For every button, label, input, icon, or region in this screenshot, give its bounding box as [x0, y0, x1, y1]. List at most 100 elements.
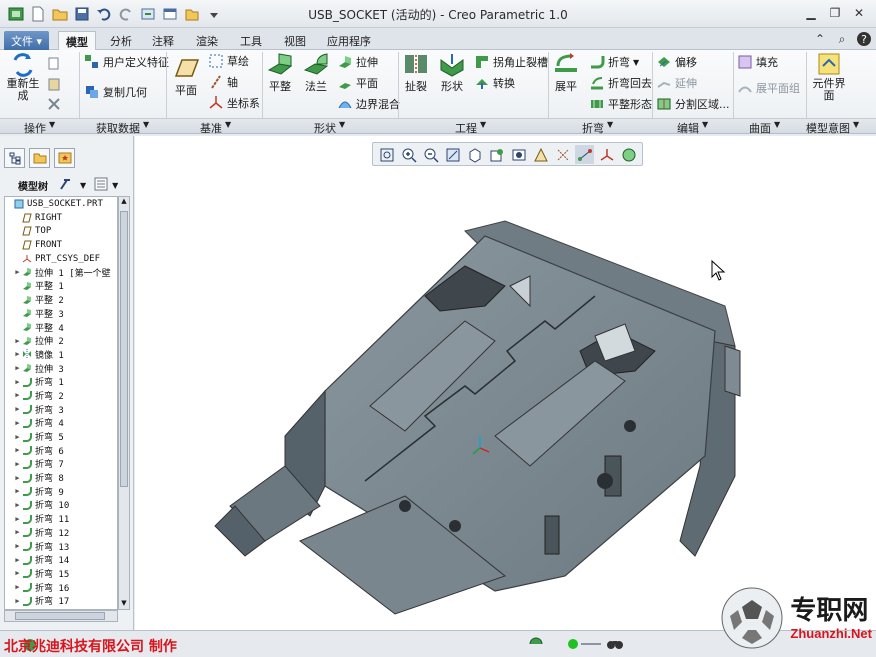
tree-item[interactable]: FRONT — [5, 238, 117, 252]
tree-item[interactable]: ▶ 折弯 8 — [5, 471, 117, 485]
tree-item[interactable]: ▶ 折弯 14 — [5, 553, 117, 567]
tab-applications[interactable]: 应用程序 — [320, 31, 378, 50]
group-engineering[interactable]: 工程 ▼ — [455, 120, 486, 136]
tree-item[interactable]: ▶ 折弯 4 — [5, 416, 117, 430]
tree-item[interactable]: ▶ 折弯 12 — [5, 526, 117, 540]
tree-scroll-thumb[interactable] — [120, 211, 128, 487]
saved-orientations-icon[interactable] — [487, 145, 506, 164]
tree-item[interactable]: 平整 3 — [5, 307, 117, 321]
expand-arrow-icon[interactable]: ▶ — [13, 460, 22, 468]
sketch-button[interactable]: 草绘 — [208, 53, 249, 69]
tree-item[interactable]: ▶ 折弯 10 — [5, 498, 117, 512]
expand-arrow-icon[interactable]: ▶ — [13, 433, 22, 441]
expand-arrow-icon[interactable]: ▶ — [13, 350, 22, 358]
tree-item[interactable]: ▶ 折弯 11 — [5, 512, 117, 526]
expand-arrow-icon[interactable]: ▶ — [13, 391, 22, 399]
expand-arrow-icon[interactable]: ▶ — [13, 378, 22, 386]
folder-browser-tab-icon[interactable] — [29, 148, 50, 168]
favorites-tab-icon[interactable] — [54, 148, 75, 168]
axis-button[interactable]: 轴 — [208, 74, 238, 90]
component-interface-button[interactable]: 元件界面 — [812, 52, 846, 102]
collapse-ribbon-icon[interactable]: ⌃ — [812, 31, 828, 47]
group-model-intent[interactable]: 模型意图 ▼ — [806, 120, 859, 136]
zoom-out-icon[interactable] — [421, 145, 440, 164]
expand-arrow-icon[interactable]: ▶ — [13, 405, 22, 413]
display-style-icon[interactable] — [465, 145, 484, 164]
repaint-icon[interactable] — [443, 145, 462, 164]
flange-button[interactable]: 法兰 — [302, 52, 330, 94]
tab-view[interactable]: 视图 — [277, 31, 313, 50]
bend-dropdown-icon[interactable]: ▼ — [633, 58, 639, 67]
tree-item[interactable]: 平整 2 — [5, 293, 117, 307]
zoom-in-icon[interactable] — [399, 145, 418, 164]
settings-dropdown-icon[interactable]: ▼ — [80, 181, 86, 190]
expand-arrow-icon[interactable]: ▶ — [13, 501, 22, 509]
tree-item[interactable]: ▶ 折弯 6 — [5, 443, 117, 457]
model-tree-tab-icon[interactable] — [4, 148, 25, 168]
tree-item[interactable]: ▶ 拉伸 3 — [5, 361, 117, 375]
minimize-icon[interactable]: ▁ — [800, 3, 822, 23]
group-get-data[interactable]: 获取数据 ▼ — [96, 120, 149, 136]
show-icon[interactable] — [94, 177, 108, 194]
group-bends[interactable]: 折弯 ▼ — [582, 120, 613, 136]
tree-item[interactable]: 平整 4 — [5, 320, 117, 334]
boundary-blend-button[interactable]: 边界混合 — [337, 96, 400, 112]
regenerate-button[interactable]: 重新生成 — [6, 52, 40, 102]
expand-arrow-icon[interactable]: ▶ — [13, 528, 22, 536]
tab-file[interactable]: 文件 ▾ — [4, 31, 50, 50]
tab-analysis[interactable]: 分析 — [103, 31, 139, 50]
expand-arrow-icon[interactable]: ▶ — [13, 583, 22, 591]
group-datum[interactable]: 基准 ▼ — [200, 120, 231, 136]
annotation-display-icon[interactable] — [619, 145, 638, 164]
tab-model[interactable]: 模型 — [58, 31, 96, 50]
usb-socket-model[interactable] — [135, 136, 876, 630]
tree-item[interactable]: ▶ 折弯 2 — [5, 389, 117, 403]
rip-button[interactable]: 扯裂 — [402, 52, 430, 94]
tree-item[interactable]: RIGHT — [5, 211, 117, 225]
fill-button[interactable]: 填充 — [737, 54, 778, 70]
expand-arrow-icon[interactable]: ▶ — [13, 556, 22, 564]
regeneration-status-icon[interactable] — [528, 636, 546, 655]
tree-item[interactable]: 平整 1 — [5, 279, 117, 293]
expand-arrow-icon[interactable]: ▶ — [13, 446, 22, 454]
convert-button[interactable]: 转换 — [474, 75, 515, 91]
csys-button[interactable]: 坐标系 — [208, 95, 260, 111]
help-icon[interactable]: ? — [856, 31, 872, 47]
flat-pattern-button[interactable]: 平整形态 — [589, 96, 652, 112]
tree-item[interactable]: ▶ 折弯 7 — [5, 457, 117, 471]
find-icon[interactable] — [606, 636, 624, 655]
expand-arrow-icon[interactable]: ▶ — [13, 569, 22, 577]
expand-arrow-icon[interactable]: ▶ — [13, 597, 22, 605]
tree-item[interactable]: ▶ 折弯 1 — [5, 375, 117, 389]
tree-item[interactable]: ▶ 镜像 1 — [5, 348, 117, 362]
graphics-window[interactable] — [135, 136, 876, 630]
expand-arrow-icon[interactable]: ▶ — [13, 515, 22, 523]
extrude-button[interactable]: 拉伸 — [337, 54, 378, 70]
datum-display-icon[interactable] — [531, 145, 550, 164]
model-tree[interactable]: USB_SOCKET.PRT RIGHT TOP FRONT PRT_CSYS_DEF ▶… — [4, 196, 118, 610]
tree-item[interactable]: USB_SOCKET.PRT — [5, 197, 117, 211]
group-operations[interactable]: 操作 ▼ — [24, 120, 55, 136]
bend-back-button[interactable]: 折弯回去 — [589, 75, 652, 91]
tree-item[interactable]: TOP — [5, 224, 117, 238]
unbend-button[interactable]: 展平 — [552, 52, 580, 94]
offset-button[interactable]: 偏移 — [656, 54, 697, 70]
expand-arrow-icon[interactable]: ▶ — [13, 542, 22, 550]
scroll-down-icon[interactable]: ▼ — [120, 599, 128, 609]
tree-item[interactable]: ▶ 折弯 17 — [5, 594, 117, 608]
tree-hscroll-thumb[interactable] — [15, 612, 105, 620]
flat-wall-button[interactable]: 平整 — [266, 52, 294, 94]
search-icon[interactable]: ⌕ — [834, 31, 850, 47]
expand-arrow-icon[interactable]: ▶ — [13, 268, 22, 276]
group-editing[interactable]: 编辑 ▼ — [677, 120, 708, 136]
tree-item[interactable]: PRT_CSYS_DEF — [5, 252, 117, 266]
scroll-up-icon[interactable]: ▲ — [120, 197, 128, 207]
datum-plane-button[interactable]: 平面 — [172, 56, 200, 98]
refit-icon[interactable] — [377, 145, 396, 164]
shape-button[interactable]: 形状 — [438, 52, 466, 94]
tab-annotate[interactable]: 注释 — [145, 31, 181, 50]
expand-arrow-icon[interactable]: ▶ — [13, 419, 22, 427]
group-shapes[interactable]: 形状 ▼ — [314, 120, 345, 136]
view-manager-icon[interactable] — [509, 145, 528, 164]
expand-arrow-icon[interactable]: ▶ — [13, 474, 22, 482]
